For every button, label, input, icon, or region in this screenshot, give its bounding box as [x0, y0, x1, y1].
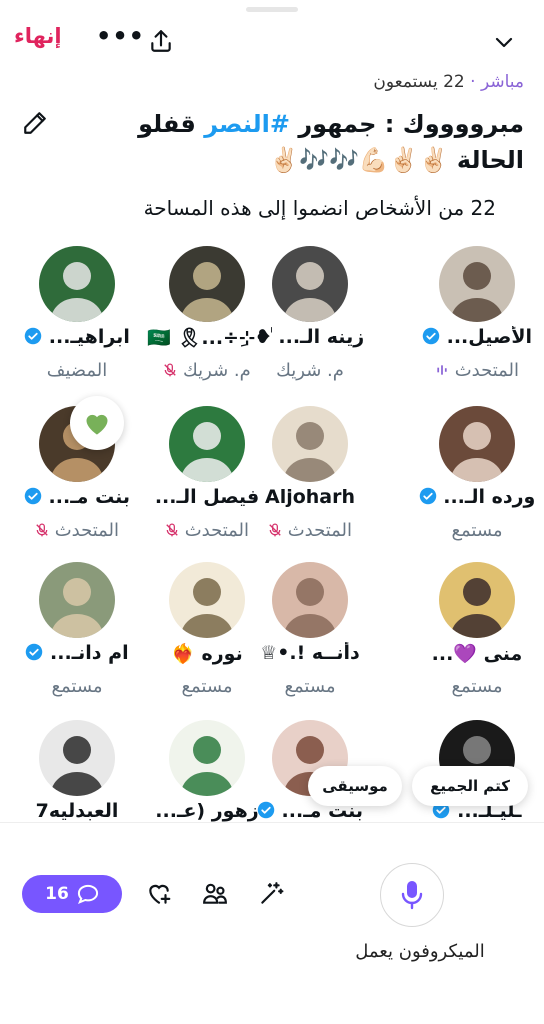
participant-name: منى 💜... — [431, 643, 523, 665]
participant-card[interactable]: نوره ❤️‍🔥 مستمع — [142, 562, 272, 712]
bottom-bar: 16 الميكروفون يعمل — [0, 822, 544, 1024]
participant-role: مستمع — [451, 520, 503, 541]
verified-icon — [24, 327, 42, 345]
avatar[interactable] — [39, 562, 115, 638]
top-bar: إنهاء ••• — [0, 22, 544, 62]
avatar[interactable] — [169, 562, 245, 638]
avatar[interactable] — [169, 406, 245, 482]
chevron-down-icon[interactable] — [492, 30, 516, 54]
participant-name: زهور (عـ... — [155, 800, 259, 822]
mic-off-icon — [164, 363, 176, 377]
heart-icon — [86, 414, 108, 435]
avatar[interactable] — [169, 246, 245, 322]
listener-count: 22 يستمعون — [373, 72, 465, 92]
joined-count: 22 من الأشخاص انضموا إلى هذه المساحة — [143, 196, 496, 220]
mic-off-icon — [166, 523, 178, 537]
verified-icon — [419, 487, 436, 505]
mute-all-button[interactable]: كتم الجميع — [412, 766, 528, 806]
verified-icon — [24, 487, 42, 505]
speaking-icon — [437, 365, 447, 375]
space-title: مبرووووك : جمهور #النصر قفلو الحالة ✌🏻✌🏻… — [84, 106, 524, 178]
participant-role: المضيف — [46, 360, 108, 381]
avatar[interactable] — [169, 720, 245, 796]
participant-name: ابراهيـ... — [12, 326, 142, 348]
participant-card[interactable]: ورده الـ... مستمع — [412, 406, 542, 556]
participant-name: ام دانـ... — [12, 642, 142, 664]
mic-off-icon — [36, 523, 48, 537]
live-status: مباشر · 22 يستمعون — [373, 72, 524, 92]
participant-role: مستمع — [51, 676, 103, 697]
participant-role: المتحدث — [142, 520, 272, 541]
mic-status-label: الميكروفون يعمل — [355, 941, 485, 962]
microphone-icon — [401, 881, 423, 910]
reaction-bubble — [70, 396, 124, 450]
chat-button[interactable]: 16 — [22, 875, 122, 913]
music-button[interactable]: موسيقى — [308, 766, 402, 806]
participant-name: العبدليه7 — [35, 800, 119, 822]
people-icon[interactable] — [202, 881, 228, 907]
flag-icon: 🇸🇦 — [146, 327, 178, 349]
participant-role: مستمع — [181, 676, 233, 697]
participant-role: مستمع — [451, 676, 503, 697]
participant-card[interactable]: ابراهيـ... المضيف — [12, 246, 142, 396]
verified-icon — [26, 643, 43, 661]
heart-add-icon[interactable] — [146, 881, 172, 907]
avatar[interactable] — [439, 406, 515, 482]
participant-name: ورده الـ... — [412, 486, 542, 508]
participant-role: م. شريك — [142, 360, 272, 381]
participant-card[interactable]: فيصل الـ... المتحدث — [142, 406, 272, 556]
more-options-button[interactable]: ••• — [96, 22, 145, 50]
participant-role: المتحدث — [412, 360, 542, 381]
verified-icon — [422, 327, 440, 345]
end-space-button[interactable]: إنهاء — [14, 24, 62, 48]
participant-name: فيصل الـ... — [154, 486, 260, 508]
avatar[interactable] — [272, 406, 348, 482]
participant-name: نوره ❤️‍🔥 — [171, 643, 243, 665]
participant-card[interactable]: ام دانـ... مستمع — [12, 562, 142, 712]
share-icon[interactable] — [148, 28, 174, 54]
avatar[interactable] — [272, 246, 348, 322]
magic-wand-icon[interactable] — [258, 881, 284, 907]
participant-card[interactable]: ٰ•⊹ِ÷...🎗 🇸🇦 م. شريك — [142, 246, 272, 396]
avatar[interactable] — [439, 246, 515, 322]
chat-icon — [77, 884, 98, 904]
participant-name: بنت مـ... — [12, 486, 142, 508]
avatar[interactable] — [39, 720, 115, 796]
participant-card[interactable]: الأصيل... المتحدث — [412, 246, 542, 396]
edit-icon[interactable] — [22, 110, 48, 136]
chat-count: 16 — [45, 884, 69, 904]
live-label: مباشر — [480, 72, 524, 92]
drag-handle[interactable] — [246, 7, 298, 12]
avatar[interactable] — [39, 246, 115, 322]
microphone-button[interactable] — [380, 863, 444, 927]
hashtag-link[interactable]: #النصر — [204, 110, 290, 138]
participant-card[interactable]: منى 💜... مستمع — [412, 562, 542, 712]
space-sheet: إنهاء ••• مباشر · 22 يستمعون مبرووووك : … — [0, 0, 544, 1024]
participant-name: ٰ•⊹ِ÷...🎗 🇸🇦 — [146, 327, 268, 349]
title-part1: مبرووووك : جمهور — [289, 110, 524, 138]
participant-role: المتحدث — [12, 520, 142, 541]
participant-name: الأصيل... — [412, 326, 542, 348]
live-separator: · — [470, 72, 476, 92]
avatar[interactable] — [272, 562, 348, 638]
avatar[interactable] — [439, 562, 515, 638]
